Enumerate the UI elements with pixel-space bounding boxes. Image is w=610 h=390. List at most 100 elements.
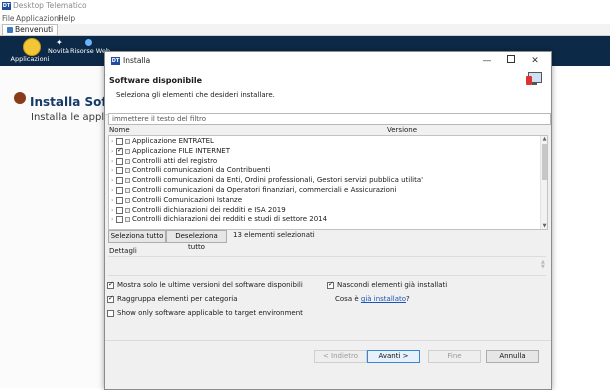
dialog-heading: Software disponibile bbox=[109, 76, 203, 85]
category-icon bbox=[125, 148, 130, 154]
dialog-title: Installa bbox=[123, 56, 151, 65]
category-icon bbox=[125, 178, 130, 184]
target-env-checkbox[interactable] bbox=[107, 310, 114, 317]
list-item[interactable]: › Controlli comunicazioni da Enti, Ordini… bbox=[109, 176, 537, 186]
item-checkbox[interactable] bbox=[116, 167, 123, 175]
app-titlebar: DT Desktop Telematico bbox=[0, 0, 610, 13]
whats-installed-prefix: Cosa è bbox=[335, 295, 361, 303]
item-label: Controlli comunicazioni da Contribuenti bbox=[132, 166, 271, 175]
scrollbar-thumb[interactable] bbox=[542, 144, 547, 180]
item-checkbox[interactable] bbox=[116, 157, 123, 165]
already-installed-link[interactable]: già installato bbox=[361, 295, 406, 303]
item-checkbox[interactable] bbox=[116, 177, 123, 185]
install-icon bbox=[14, 92, 26, 104]
monitor-stand bbox=[532, 83, 537, 85]
software-list: › Applicazione ENTRATEL › Applicazione FILE… bbox=[108, 135, 548, 230]
next-button[interactable]: Avanti > bbox=[367, 350, 420, 363]
close-button[interactable]: ✕ bbox=[529, 55, 541, 67]
group-by-category-label: Raggruppa elementi per categoria bbox=[117, 295, 238, 303]
category-icon bbox=[125, 188, 130, 193]
nav-applicazioni[interactable]: Applicazioni bbox=[10, 38, 50, 64]
item-label: Controlli Comunicazioni Istanze bbox=[132, 195, 243, 204]
back-button[interactable]: < Indietro bbox=[314, 350, 367, 363]
list-item[interactable]: › Controlli comunicazioni da Contribuenti bbox=[109, 166, 537, 176]
details-label: Dettagli bbox=[109, 247, 137, 255]
finish-button[interactable]: Fine bbox=[428, 350, 481, 363]
list-item[interactable]: › Applicazione FILE INTERNET bbox=[109, 146, 537, 157]
expand-arrow-icon[interactable]: › bbox=[111, 196, 113, 206]
dialog-description: Seleziona gli elementi che desideri inst… bbox=[116, 91, 275, 99]
whats-installed: Cosa è già installato? bbox=[335, 295, 410, 303]
column-version[interactable]: Versione bbox=[387, 126, 417, 134]
list-item[interactable]: › Controlli dichiarazioni dei redditi e I… bbox=[109, 206, 537, 216]
item-label: Controlli comunicazioni da Enti, Ordini … bbox=[132, 176, 424, 185]
nav-applicazioni-label: Applicazioni bbox=[10, 55, 50, 63]
category-icon bbox=[125, 207, 130, 213]
item-checkbox[interactable] bbox=[116, 216, 123, 224]
selected-count: 13 elementi selezionati bbox=[233, 231, 315, 239]
menu-help[interactable]: Help bbox=[58, 14, 75, 23]
category-icon bbox=[125, 168, 130, 174]
scroll-up-icon[interactable]: ▲ bbox=[541, 136, 547, 142]
list-item[interactable]: › Controlli dichiarazioni dei redditi e s… bbox=[109, 215, 537, 225]
expand-arrow-icon[interactable]: › bbox=[111, 215, 113, 225]
cancel-button[interactable]: Annulla bbox=[486, 350, 539, 363]
expand-arrow-icon[interactable]: › bbox=[111, 137, 113, 147]
item-label: Applicazione FILE INTERNET bbox=[132, 146, 231, 155]
select-all-button[interactable]: Seleziona tutto bbox=[108, 230, 166, 243]
globe-icon[interactable] bbox=[85, 39, 92, 46]
deselect-all-button[interactable]: Deseleziona tutto bbox=[166, 230, 227, 251]
item-label: Controlli dichiarazioni dei redditi e IS… bbox=[132, 205, 286, 214]
nav-novita[interactable]: Novità bbox=[48, 47, 69, 55]
install-subtext: Installa le applic bbox=[31, 112, 113, 123]
hide-installed-label: Nascondi elementi già installati bbox=[337, 281, 448, 289]
item-label: Applicazione ENTRATEL bbox=[132, 137, 214, 145]
footer-separator bbox=[105, 340, 551, 341]
novita-icon[interactable]: ✦ bbox=[56, 38, 63, 47]
tab-benvenuti[interactable]: Benvenuti bbox=[2, 24, 59, 35]
dialog-titlebar: DT Installa — ✕ bbox=[105, 52, 551, 71]
category-icon bbox=[125, 139, 130, 144]
group-by-category-checkbox[interactable] bbox=[107, 294, 114, 303]
expand-arrow-icon[interactable]: › bbox=[111, 157, 113, 167]
hide-installed-checkbox[interactable] bbox=[327, 280, 334, 289]
list-item[interactable]: › Controlli comunicazioni da Operatori fi… bbox=[109, 186, 537, 196]
item-label: Controlli dichiarazioni dei redditi e st… bbox=[132, 215, 328, 224]
latest-only-checkbox[interactable] bbox=[107, 280, 114, 289]
dialog-logo-icon: DT bbox=[111, 57, 120, 65]
expand-arrow-icon[interactable]: › bbox=[111, 166, 113, 176]
item-checkbox[interactable] bbox=[116, 187, 123, 194]
category-icon bbox=[125, 158, 130, 164]
expand-arrow-icon[interactable]: › bbox=[111, 186, 113, 196]
column-name[interactable]: Nome bbox=[109, 126, 130, 134]
item-checkbox[interactable] bbox=[116, 138, 123, 145]
list-scrollbar[interactable]: ▲ ▼ bbox=[540, 136, 547, 229]
item-checkbox[interactable] bbox=[116, 146, 123, 156]
details-scroll-icon[interactable]: ▲ ▼ bbox=[541, 260, 545, 270]
maximize-button[interactable] bbox=[505, 55, 517, 67]
list-item[interactable]: › Controlli atti del registro bbox=[109, 157, 537, 167]
dialog-header: Software disponibile Seleziona gli eleme… bbox=[105, 71, 551, 115]
list-item[interactable]: › Applicazione ENTRATEL bbox=[109, 137, 537, 147]
tab-row: Benvenuti bbox=[0, 24, 610, 36]
list-item[interactable]: › Controlli Comunicazioni Istanze bbox=[109, 196, 537, 206]
install-software-icon bbox=[526, 72, 542, 86]
menu-applicazioni[interactable]: Applicazioni bbox=[16, 14, 61, 23]
minimize-button[interactable]: — bbox=[481, 55, 493, 67]
item-checkbox[interactable] bbox=[116, 206, 123, 214]
maximize-icon bbox=[507, 55, 515, 63]
welcome-icon bbox=[7, 27, 13, 33]
scroll-down-icon[interactable]: ▼ bbox=[541, 223, 547, 229]
expand-arrow-icon[interactable]: › bbox=[111, 176, 113, 186]
expand-arrow-icon[interactable]: › bbox=[111, 206, 113, 216]
menu-file[interactable]: File bbox=[2, 14, 15, 23]
category-icon bbox=[125, 197, 130, 203]
app-logo-icon: DT bbox=[2, 2, 11, 10]
applicazioni-icon bbox=[23, 38, 41, 56]
category-icon bbox=[125, 217, 130, 223]
whats-installed-suffix: ? bbox=[406, 295, 410, 303]
package-icon bbox=[526, 76, 532, 85]
item-checkbox[interactable] bbox=[116, 196, 123, 204]
expand-arrow-icon[interactable]: › bbox=[111, 147, 113, 157]
filter-input[interactable] bbox=[108, 113, 551, 125]
